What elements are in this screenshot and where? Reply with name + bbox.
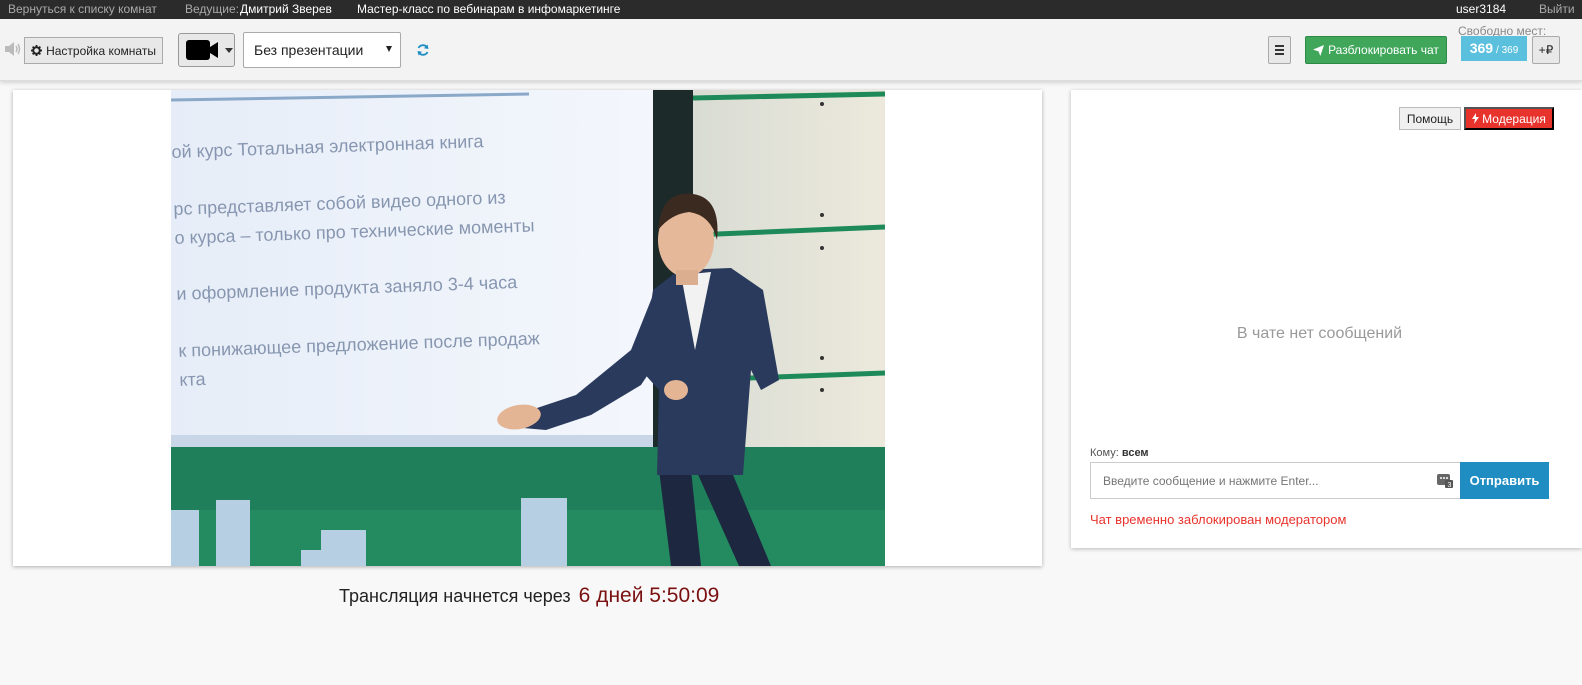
chevron-down-icon — [225, 47, 233, 53]
hamburger-icon — [1275, 45, 1284, 55]
recipient-label: Кому: — [1090, 447, 1119, 459]
chat-empty-message: В чате нет сообщений — [1236, 325, 1403, 342]
presentation-select-value: Без презентации — [254, 42, 364, 58]
room-settings-label: Настройка комнаты — [46, 43, 156, 58]
toolbar: Настройка комнаты Без презентации Разбло… — [0, 19, 1582, 81]
moderation-button[interactable]: Модерация — [1464, 107, 1554, 130]
host-name: Дмитрий Зверев — [240, 2, 332, 16]
chat-message-input[interactable] — [1090, 462, 1462, 499]
free-seats-count: 369 — [1469, 40, 1494, 56]
top-bar: Вернуться к списку комнат Ведущие: Дмитр… — [0, 0, 1582, 19]
help-button[interactable]: Помощь — [1399, 107, 1461, 130]
back-to-rooms-link[interactable]: Вернуться к списку комнат — [8, 2, 157, 16]
unlock-chat-button[interactable]: Разблокировать чат — [1305, 36, 1447, 64]
camera-dropdown-button[interactable] — [178, 33, 235, 67]
unlock-chat-label: Разблокировать чат — [1328, 43, 1439, 57]
send-button[interactable]: Отправить — [1460, 462, 1549, 499]
svg-text:3: 3 — [1448, 482, 1452, 488]
refresh-icon[interactable] — [416, 43, 430, 57]
countdown-prefix: Трансляция начнется через — [339, 586, 571, 606]
add-seats-button[interactable]: +₽ — [1532, 36, 1560, 64]
chat-panel: Помощь Модерация В чате нет сообщений Ко… — [1071, 90, 1582, 548]
presentation-select[interactable]: Без презентации — [243, 32, 401, 68]
presenter-photo: ой курс Тотальная электронная книга рс п… — [171, 90, 885, 566]
recipient-line: Кому: всем — [1090, 447, 1149, 459]
broadcast-countdown: Трансляция начнется через 6 дней 5:50:09 — [339, 584, 719, 608]
lightning-icon — [1472, 113, 1480, 124]
video-panel: ой курс Тотальная электронная книга рс п… — [13, 90, 1042, 566]
emoji-keyboard-icon[interactable]: 3 — [1437, 472, 1453, 488]
menu-button[interactable] — [1268, 36, 1291, 64]
logout-link[interactable]: Выйти — [1539, 2, 1575, 16]
free-seats-badge: 369 / 369 — [1461, 36, 1527, 61]
countdown-time: 6 дней 5:50:09 — [578, 584, 720, 607]
host-label: Ведущие: — [185, 2, 239, 16]
chat-blocked-notice: Чат временно заблокирован модератором — [1090, 512, 1347, 527]
video-camera-icon — [186, 40, 218, 60]
recipient-value[interactable]: всем — [1122, 447, 1149, 459]
room-title: Мастер-класс по вебинарам в инфомаркетин… — [357, 2, 621, 16]
total-seats-count: / 369 — [1496, 45, 1519, 56]
username[interactable]: user3184 — [1456, 2, 1506, 16]
paper-plane-icon — [1313, 44, 1325, 56]
slide-text: ой курс Тотальная электронная книга рс п… — [171, 123, 600, 394]
moderation-label: Модерация — [1482, 111, 1546, 126]
gear-icon — [31, 45, 43, 56]
room-settings-button[interactable]: Настройка комнаты — [24, 37, 163, 64]
select-arrow-icon — [386, 46, 392, 52]
volume-icon[interactable] — [4, 41, 22, 57]
